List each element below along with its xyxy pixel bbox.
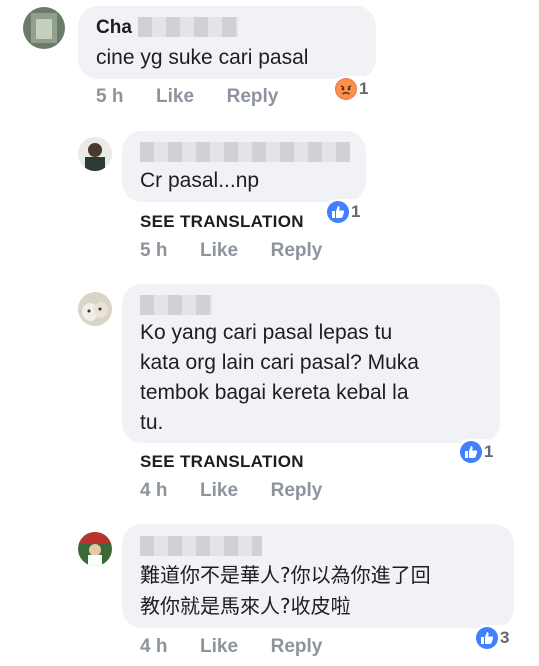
comment-text-line: cine yg suke cari pasal [96, 46, 309, 69]
avatar[interactable] [23, 7, 65, 49]
comment-text-line: Cr pasal...np [140, 169, 260, 192]
like-icon [476, 627, 498, 649]
comment-meta: 4 h Like Reply [140, 636, 322, 658]
reply-link[interactable]: Reply [271, 480, 323, 502]
timestamp[interactable]: 5 h [140, 240, 167, 262]
see-translation-link[interactable]: SEE TRANSLATION [140, 212, 304, 232]
reaction-badge[interactable]: 1 [333, 76, 373, 102]
timestamp[interactable]: 4 h [140, 480, 167, 502]
comment-text: Cr pasal...np [140, 166, 259, 196]
avatar-image [78, 532, 112, 566]
name-redaction [138, 17, 238, 37]
reaction-count: 1 [351, 202, 361, 221]
reaction-badge[interactable]: 1 [325, 199, 365, 225]
reply-link[interactable]: Reply [227, 86, 279, 108]
comment-text-line: 難道你不是華人?你以為你進了回 [140, 563, 431, 587]
reply-link[interactable]: Reply [271, 636, 323, 658]
like-icon [327, 201, 349, 223]
commenter-name[interactable]: Cha [96, 17, 132, 39]
like-link[interactable]: Like [200, 480, 238, 502]
avatar[interactable] [78, 137, 112, 171]
comment-text-line: tembok bagai kereta kebal la [140, 381, 409, 404]
see-translation-link[interactable]: SEE TRANSLATION [140, 452, 304, 472]
comment-text-line: 教你就是馬來人?收皮啦 [140, 594, 351, 618]
comment-text: 難道你不是華人?你以為你進了回 教你就是馬來人?收皮啦 [140, 560, 431, 622]
reply-link[interactable]: Reply [271, 240, 323, 262]
avatar-image [82, 302, 108, 321]
comment-meta: 4 h Like Reply [140, 480, 322, 502]
comment-meta: 5 h Like Reply [140, 240, 322, 262]
comment-text: Ko yang cari pasal lepas tu kata org lai… [140, 318, 419, 438]
like-link[interactable]: Like [200, 240, 238, 262]
comment-meta: 5 h Like Reply [96, 86, 278, 108]
comment-text: cine yg suke cari pasal [96, 43, 308, 73]
name-redaction [140, 295, 212, 315]
like-link[interactable]: Like [200, 636, 238, 658]
timestamp[interactable]: 5 h [96, 86, 123, 108]
name-redaction [140, 536, 262, 556]
reaction-badge[interactable]: 3 [474, 625, 514, 651]
reaction-count: 1 [484, 442, 494, 461]
avatar-image [85, 143, 105, 171]
comment-text-line: kata org lain cari pasal? Muka [140, 351, 419, 374]
comment-text-line: tu. [140, 411, 164, 434]
like-icon [460, 441, 482, 463]
reaction-count: 3 [500, 628, 510, 647]
name-redaction [140, 142, 350, 162]
timestamp[interactable]: 4 h [140, 636, 167, 658]
comment-text-line: Ko yang cari pasal lepas tu [140, 321, 393, 344]
avatar[interactable] [78, 532, 112, 566]
like-link[interactable]: Like [156, 86, 194, 108]
avatar-image [31, 13, 57, 43]
reaction-badge[interactable]: 1 [458, 439, 498, 465]
avatar[interactable] [78, 292, 112, 326]
angry-icon [335, 78, 357, 100]
reaction-count: 1 [359, 79, 369, 98]
